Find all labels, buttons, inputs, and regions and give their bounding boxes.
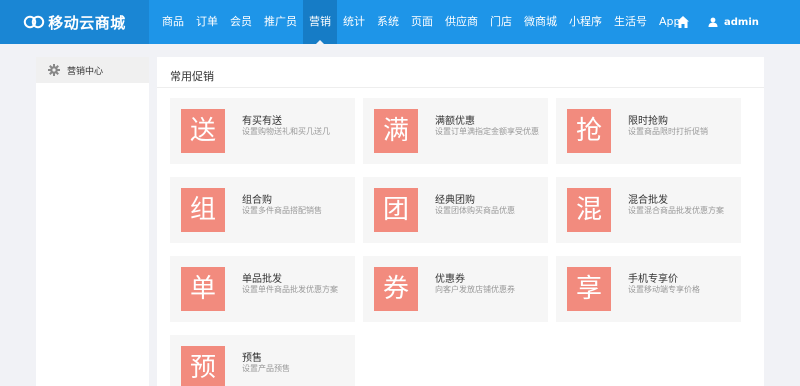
nav-item[interactable]: 统计 <box>337 0 371 44</box>
user-icon <box>708 17 718 27</box>
user-menu[interactable]: admin <box>708 0 759 44</box>
nav-item[interactable]: 会员 <box>224 0 258 44</box>
promotion-description: 设置移动端专享价格 <box>628 285 700 294</box>
promotion-title: 满额优惠 <box>435 116 475 127</box>
nav-item[interactable]: 小程序 <box>563 0 608 44</box>
top-bar: 移动云商城 商品 订单 会员 推广员 营销 统计 系统 页面 供应商 门店 微商城 小程序 生活号 App… <box>0 0 800 44</box>
section-divider <box>157 87 764 88</box>
promotion-icon: 组 <box>181 188 225 232</box>
promotion-icon: 享 <box>567 267 611 311</box>
promotion-description: 设置商品限时打折促销 <box>628 127 708 136</box>
promotion-title: 预售 <box>242 353 262 364</box>
promotion-title: 优惠券 <box>435 274 465 285</box>
promotion-title: 组合购 <box>242 195 272 206</box>
promotion-icon: 券 <box>374 267 418 311</box>
promotion-card[interactable]: 券 优惠券 向客户发放店铺优惠券 <box>363 256 548 322</box>
promotion-description: 设置单件商品批发优惠方案 <box>242 285 338 294</box>
promotion-description: 设置团体购买商品优惠 <box>435 206 515 215</box>
nav-item[interactable]: 生活号 <box>608 0 653 44</box>
user-name: admin <box>724 16 759 28</box>
nav-item[interactable]: 商品 <box>156 0 190 44</box>
promotion-title: 单品批发 <box>242 274 282 285</box>
promotion-card[interactable]: 组 组合购 设置多件商品搭配销售 <box>170 177 355 243</box>
brand-logo[interactable]: 移动云商城 <box>0 0 149 44</box>
promotion-title: 有买有送 <box>242 116 282 127</box>
promotion-icon: 预 <box>181 346 225 386</box>
promotion-card[interactable]: 送 有买有送 设置购物送礼和买几送几 <box>170 98 355 164</box>
promotion-icon: 送 <box>181 109 225 153</box>
main-nav: 商品 订单 会员 推广员 营销 统计 系统 页面 供应商 门店 微商城 小程序 生活号 App <box>156 0 687 44</box>
promotion-description: 设置订单满指定金额享受优惠 <box>435 127 539 136</box>
promotion-title: 限时抢购 <box>628 116 668 127</box>
nav-item[interactable]: 微商城 <box>518 0 563 44</box>
promotion-description: 设置多件商品搭配销售 <box>242 206 322 215</box>
promotion-description: 设置购物送礼和买几送几 <box>242 127 330 136</box>
promotion-icon: 团 <box>374 188 418 232</box>
nav-item[interactable]: 供应商 <box>439 0 484 44</box>
nav-item[interactable]: 门店 <box>484 0 518 44</box>
promotion-title: 经典团购 <box>435 195 475 206</box>
promotion-card[interactable]: 单 单品批发 设置单件商品批发优惠方案 <box>170 256 355 322</box>
gear-icon <box>48 64 60 76</box>
promotion-card[interactable]: 抢 限时抢购 设置商品限时打折促销 <box>556 98 741 164</box>
promotion-card[interactable]: 满 满额优惠 设置订单满指定金额享受优惠 <box>363 98 548 164</box>
sidebar: 营销中心 <box>36 57 149 386</box>
nav-item[interactable]: 推广员 <box>258 0 303 44</box>
promotion-description: 设置产品预售 <box>242 364 290 373</box>
sidebar-item-marketing-center[interactable]: 营销中心 <box>36 57 149 83</box>
promotion-title: 混合批发 <box>628 195 668 206</box>
promotion-icon: 混 <box>567 188 611 232</box>
nav-item[interactable]: 营销 <box>303 0 337 44</box>
promotion-description: 向客户发放店铺优惠券 <box>435 285 515 294</box>
promotion-title: 手机专享价 <box>628 274 678 285</box>
home-icon[interactable] <box>676 15 690 29</box>
promotion-card[interactable]: 预 预售 设置产品预售 <box>170 335 355 386</box>
promotion-description: 设置混合商品批发优惠方案 <box>628 206 724 215</box>
promotion-card[interactable]: 团 经典团购 设置团体购买商品优惠 <box>363 177 548 243</box>
cloud-logo-icon <box>24 15 45 29</box>
nav-item[interactable]: 系统 <box>371 0 405 44</box>
promotion-icon: 满 <box>374 109 418 153</box>
promotion-card[interactable]: 享 手机专享价 设置移动端专享价格 <box>556 256 741 322</box>
promotion-icon: 单 <box>181 267 225 311</box>
promotion-icon: 抢 <box>567 109 611 153</box>
promotion-card[interactable]: 混 混合批发 设置混合商品批发优惠方案 <box>556 177 741 243</box>
section-title: 常用促销 <box>170 70 214 83</box>
sidebar-item-label: 营销中心 <box>67 66 104 77</box>
main-content: 常用促销 送 有买有送 设置购物送礼和买几送几 满 满额优惠 设置订单满指定金额享受优惠 抢… <box>157 57 764 386</box>
nav-item[interactable]: 页面 <box>405 0 439 44</box>
brand-name: 移动云商城 <box>48 13 126 32</box>
nav-item[interactable]: 订单 <box>190 0 224 44</box>
